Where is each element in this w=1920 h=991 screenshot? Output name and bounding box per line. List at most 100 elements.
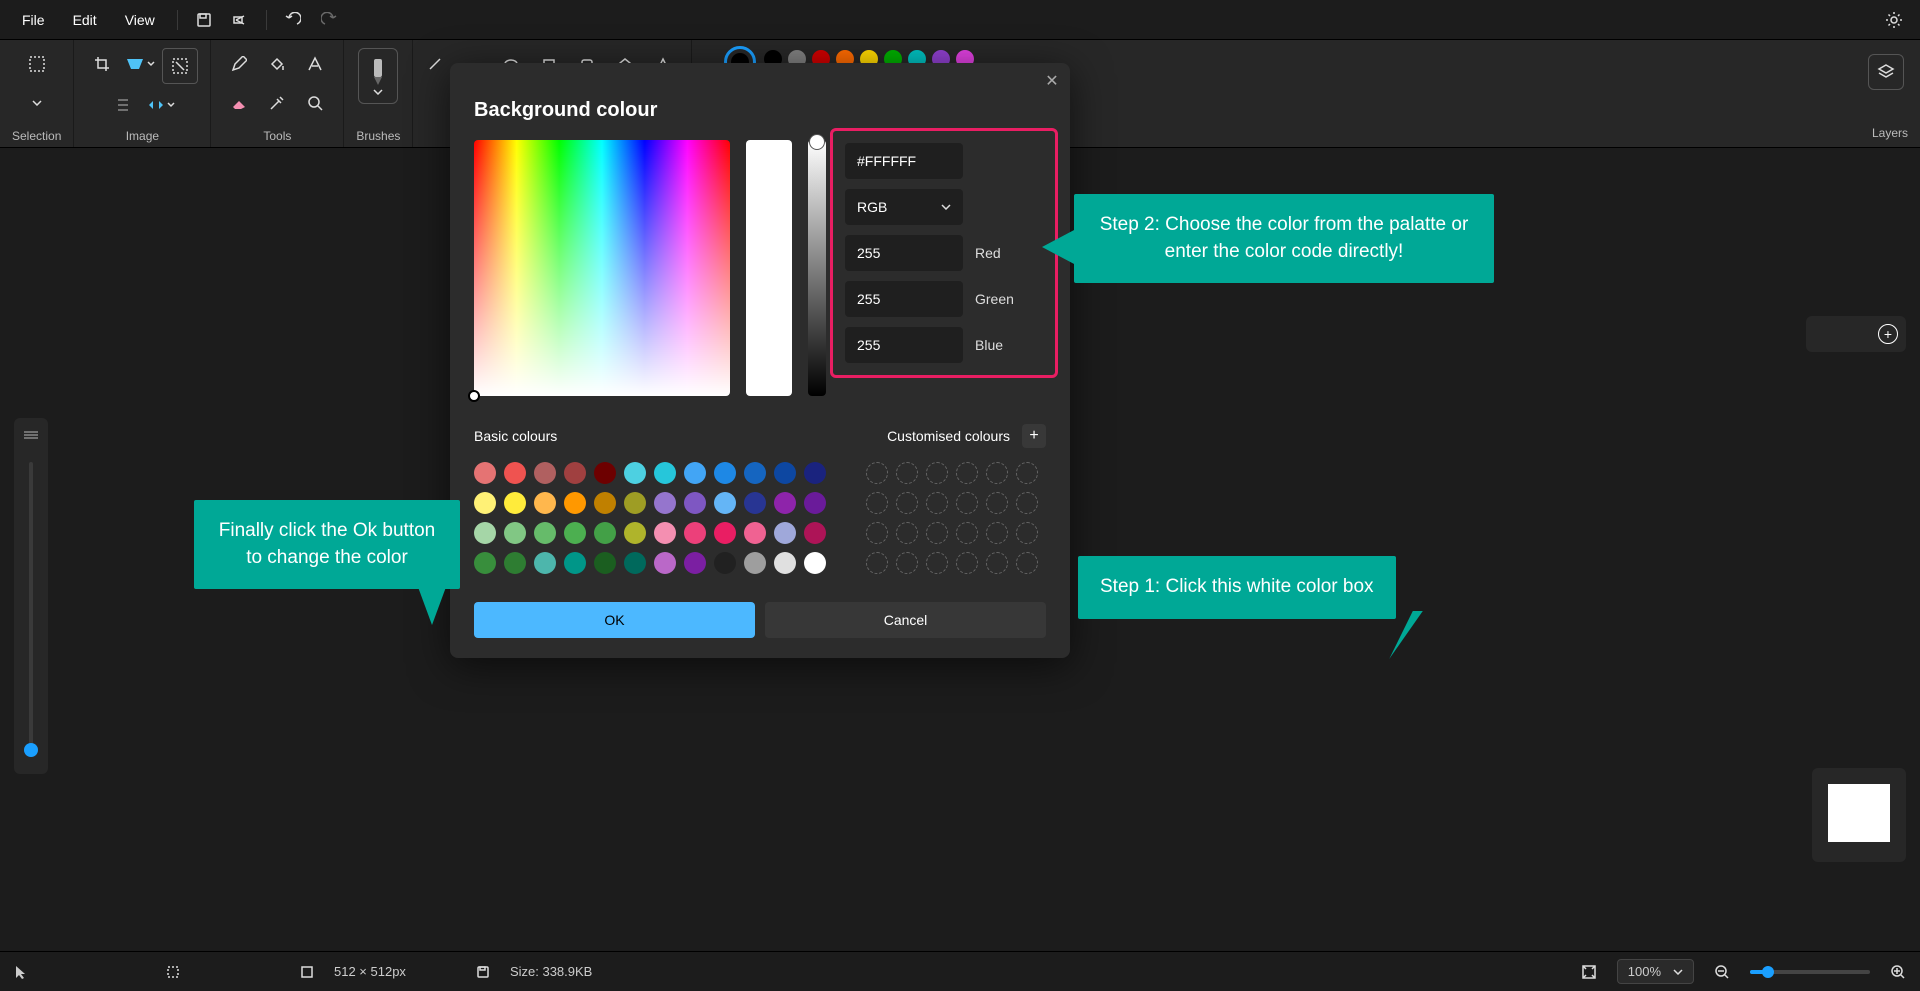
basic-colour-swatch[interactable] — [804, 492, 826, 514]
line-icon[interactable] — [419, 48, 451, 80]
custom-colour-slot[interactable] — [866, 462, 888, 484]
custom-colour-slot[interactable] — [926, 462, 948, 484]
menu-view[interactable]: View — [113, 6, 167, 34]
color-gradient-picker[interactable] — [474, 140, 730, 396]
background-color-box[interactable] — [1812, 768, 1906, 862]
blue-input[interactable] — [845, 327, 963, 363]
basic-colour-swatch[interactable] — [654, 552, 676, 574]
eraser-icon[interactable] — [223, 87, 255, 119]
value-thumb[interactable] — [809, 134, 825, 150]
value-slider[interactable] — [808, 140, 826, 396]
basic-colour-swatch[interactable] — [804, 552, 826, 574]
basic-colour-swatch[interactable] — [684, 522, 706, 544]
pencil-icon[interactable] — [223, 48, 255, 80]
basic-colour-swatch[interactable] — [714, 552, 736, 574]
green-input[interactable] — [845, 281, 963, 317]
basic-colour-swatch[interactable] — [624, 462, 646, 484]
basic-colour-swatch[interactable] — [564, 522, 586, 544]
custom-colour-slot[interactable] — [866, 522, 888, 544]
basic-colour-swatch[interactable] — [804, 462, 826, 484]
color-mode-select[interactable]: RGB — [845, 189, 963, 225]
crop-icon[interactable] — [86, 48, 118, 80]
share-icon[interactable] — [224, 4, 256, 36]
basic-colour-swatch[interactable] — [594, 522, 616, 544]
custom-colour-slot[interactable] — [956, 522, 978, 544]
picker-handle[interactable] — [468, 390, 480, 402]
basic-colour-swatch[interactable] — [504, 552, 526, 574]
basic-colour-swatch[interactable] — [654, 462, 676, 484]
basic-colour-swatch[interactable] — [504, 522, 526, 544]
basic-colour-swatch[interactable] — [684, 552, 706, 574]
hex-input[interactable] — [845, 143, 963, 179]
cancel-button[interactable]: Cancel — [765, 602, 1046, 638]
basic-colour-swatch[interactable] — [714, 462, 736, 484]
chevron-down-icon[interactable] — [21, 87, 53, 119]
custom-colour-slot[interactable] — [1016, 492, 1038, 514]
basic-colour-swatch[interactable] — [744, 462, 766, 484]
brush-button[interactable] — [358, 48, 398, 104]
basic-colour-swatch[interactable] — [564, 492, 586, 514]
basic-colour-swatch[interactable] — [534, 492, 556, 514]
red-input[interactable] — [845, 235, 963, 271]
slider-thumb[interactable] — [24, 743, 38, 757]
basic-colour-swatch[interactable] — [594, 552, 616, 574]
flip-icon[interactable] — [145, 89, 177, 121]
layers-button[interactable] — [1868, 54, 1904, 90]
custom-colour-slot[interactable] — [866, 492, 888, 514]
basic-colour-swatch[interactable] — [714, 492, 736, 514]
basic-colour-swatch[interactable] — [564, 462, 586, 484]
save-icon[interactable] — [188, 4, 220, 36]
custom-colour-slot[interactable] — [1016, 552, 1038, 574]
basic-colour-swatch[interactable] — [624, 522, 646, 544]
ok-button[interactable]: OK — [474, 602, 755, 638]
basic-colour-swatch[interactable] — [684, 492, 706, 514]
basic-colour-swatch[interactable] — [474, 522, 496, 544]
zoom-icon[interactable] — [299, 87, 331, 119]
basic-colour-swatch[interactable] — [474, 462, 496, 484]
basic-colour-swatch[interactable] — [744, 522, 766, 544]
rotate-icon[interactable] — [107, 89, 139, 121]
custom-colour-slot[interactable] — [986, 462, 1008, 484]
add-custom-colour-button[interactable]: + — [1022, 424, 1046, 448]
basic-colour-swatch[interactable] — [504, 492, 526, 514]
zoom-in-icon[interactable] — [1890, 964, 1906, 980]
basic-colour-swatch[interactable] — [594, 462, 616, 484]
custom-colour-slot[interactable] — [896, 552, 918, 574]
basic-colour-swatch[interactable] — [744, 552, 766, 574]
basic-colour-swatch[interactable] — [774, 462, 796, 484]
custom-colour-slot[interactable] — [986, 552, 1008, 574]
basic-colour-swatch[interactable] — [474, 492, 496, 514]
magic-select-icon[interactable] — [124, 48, 156, 80]
basic-colour-swatch[interactable] — [684, 462, 706, 484]
basic-colour-swatch[interactable] — [654, 522, 676, 544]
basic-colour-swatch[interactable] — [774, 552, 796, 574]
fill-icon[interactable] — [261, 48, 293, 80]
basic-colour-swatch[interactable] — [594, 492, 616, 514]
basic-colour-swatch[interactable] — [774, 492, 796, 514]
custom-colour-slot[interactable] — [986, 492, 1008, 514]
custom-colour-slot[interactable] — [896, 522, 918, 544]
basic-colour-swatch[interactable] — [534, 522, 556, 544]
basic-colour-swatch[interactable] — [474, 552, 496, 574]
basic-colour-swatch[interactable] — [744, 492, 766, 514]
custom-colour-slot[interactable] — [956, 552, 978, 574]
zoom-thumb[interactable] — [1762, 966, 1774, 978]
settings-icon[interactable] — [1878, 4, 1910, 36]
basic-colour-swatch[interactable] — [534, 462, 556, 484]
redo-icon[interactable] — [313, 4, 345, 36]
basic-colour-swatch[interactable] — [804, 522, 826, 544]
basic-colour-swatch[interactable] — [624, 552, 646, 574]
basic-colour-swatch[interactable] — [624, 492, 646, 514]
zoom-slider[interactable] — [1750, 970, 1870, 974]
zoom-out-icon[interactable] — [1714, 964, 1730, 980]
custom-colour-slot[interactable] — [986, 522, 1008, 544]
custom-colour-slot[interactable] — [926, 492, 948, 514]
brush-size-slider[interactable] — [29, 462, 33, 750]
resize-icon[interactable] — [162, 48, 198, 84]
fit-screen-icon[interactable] — [1581, 964, 1597, 980]
custom-colour-slot[interactable] — [926, 552, 948, 574]
text-icon[interactable] — [299, 48, 331, 80]
custom-colour-slot[interactable] — [896, 492, 918, 514]
add-layer-button[interactable]: + — [1878, 324, 1898, 344]
basic-colour-swatch[interactable] — [534, 552, 556, 574]
